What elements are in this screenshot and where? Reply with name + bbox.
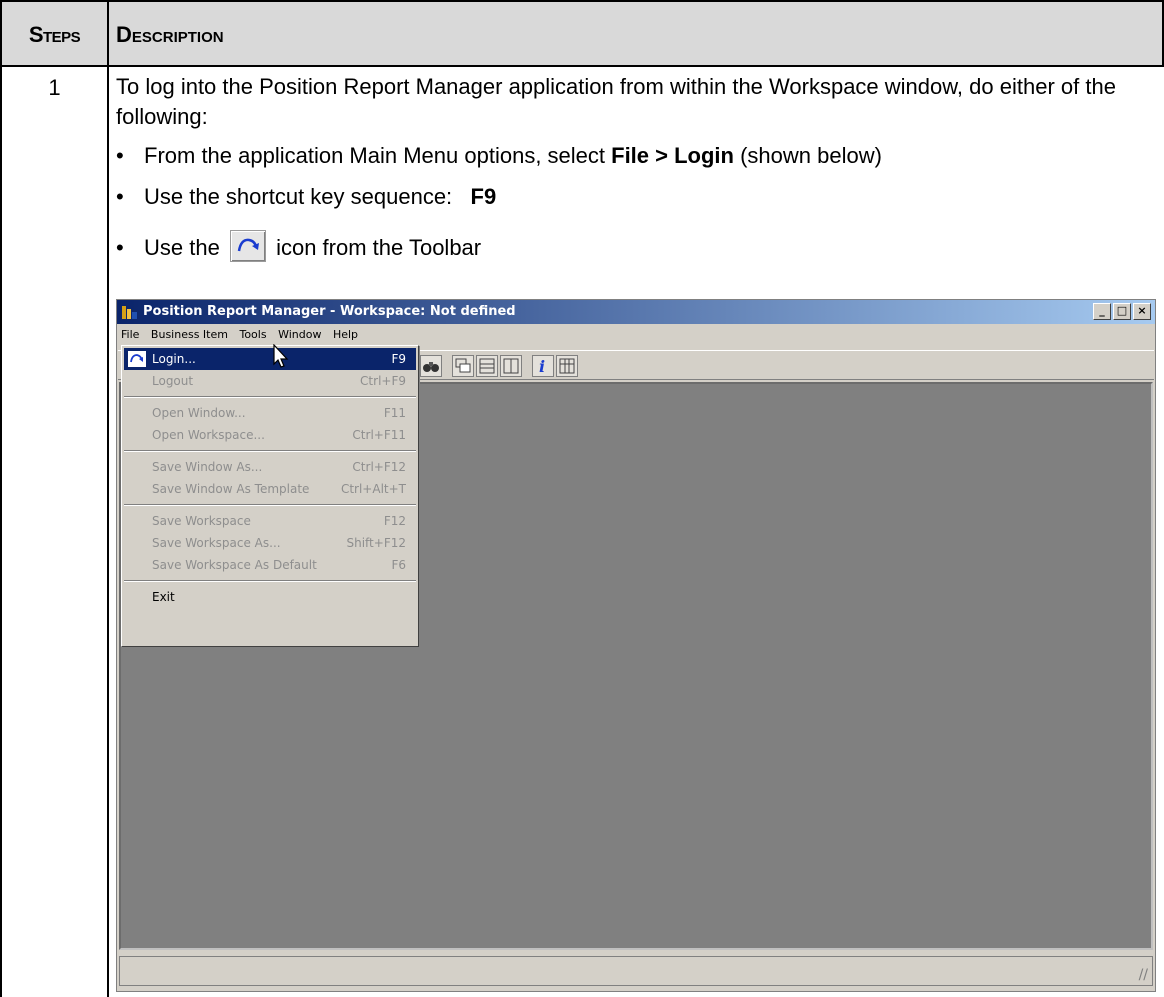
menu-separator — [124, 504, 416, 506]
menu-item-open-workspace[interactable]: Open Workspace... Ctrl+F11 — [124, 424, 416, 446]
menu-separator — [124, 580, 416, 582]
menu-tools[interactable]: Tools — [239, 328, 266, 341]
cascade-windows-icon[interactable] — [452, 355, 474, 377]
tile-vertical-icon[interactable] — [500, 355, 522, 377]
window-titlebar: Position Report Manager - Workspace: Not… — [117, 300, 1155, 324]
maximize-button[interactable]: □ — [1113, 303, 1131, 320]
info-icon[interactable]: i — [532, 355, 554, 377]
minimize-button[interactable]: _ — [1093, 303, 1111, 320]
close-button[interactable]: × — [1133, 303, 1151, 320]
menu-bar: File Business Item Tools Window Help — [117, 324, 1155, 346]
menu-item-save-workspace-as-default[interactable]: Save Workspace As Default F6 — [124, 554, 416, 576]
header-steps: Steps — [28, 22, 81, 47]
svg-text:i: i — [539, 357, 545, 376]
login-icon — [229, 230, 266, 262]
menu-window[interactable]: Window — [278, 328, 321, 341]
app-window-screenshot: Position Report Manager - Workspace: Not… — [116, 299, 1156, 992]
tile-horizontal-icon[interactable] — [476, 355, 498, 377]
menu-item-save-window-as[interactable]: Save Window As... Ctrl+F12 — [124, 456, 416, 478]
bullet-toolbar-icon: • Use the icon from the Toolbar — [116, 230, 481, 265]
menu-item-login[interactable]: Login... F9 — [124, 348, 416, 370]
login-icon — [128, 351, 146, 367]
bullet-shortcut: • Use the shortcut key sequence: F9 — [116, 184, 497, 209]
procedure-table: Steps Description 1 To log into the Posi… — [0, 0, 1164, 997]
find-binoculars-icon[interactable] — [420, 355, 442, 377]
resize-grip-icon[interactable]: // — [1139, 967, 1148, 983]
bullet-menu-option: • From the application Main Menu options,… — [116, 143, 882, 168]
menu-file[interactable]: File — [121, 328, 139, 341]
status-bar: // — [119, 956, 1153, 986]
menu-item-save-window-as-template[interactable]: Save Window As Template Ctrl+Alt+T — [124, 478, 416, 500]
menu-separator — [124, 450, 416, 452]
menu-help[interactable]: Help — [333, 328, 358, 341]
step-intro-text: To log into the Position Report Manager … — [116, 74, 1116, 129]
menu-item-open-window[interactable]: Open Window... F11 — [124, 402, 416, 424]
menu-item-exit[interactable]: Exit — [124, 586, 416, 608]
header-description: Description — [116, 22, 224, 47]
table-left-border — [0, 0, 2, 997]
grid-view-icon[interactable] — [556, 355, 578, 377]
menu-item-save-workspace-as[interactable]: Save Workspace As... Shift+F12 — [124, 532, 416, 554]
menu-item-save-workspace[interactable]: Save Workspace F12 — [124, 510, 416, 532]
mouse-pointer-icon — [273, 344, 289, 368]
menu-business-item[interactable]: Business Item — [151, 328, 228, 341]
file-menu-dropdown: Login... F9 Logout Ctrl+F9 Open Window..… — [121, 345, 419, 647]
menu-separator — [124, 396, 416, 398]
menu-item-logout[interactable]: Logout Ctrl+F9 — [124, 370, 416, 392]
step-number: 1 — [48, 75, 61, 100]
window-title: Position Report Manager - Workspace: Not… — [143, 304, 516, 319]
table-column-divider — [107, 0, 109, 997]
table-header-row: Steps Description — [0, 0, 1164, 67]
app-logo-icon — [122, 306, 137, 319]
